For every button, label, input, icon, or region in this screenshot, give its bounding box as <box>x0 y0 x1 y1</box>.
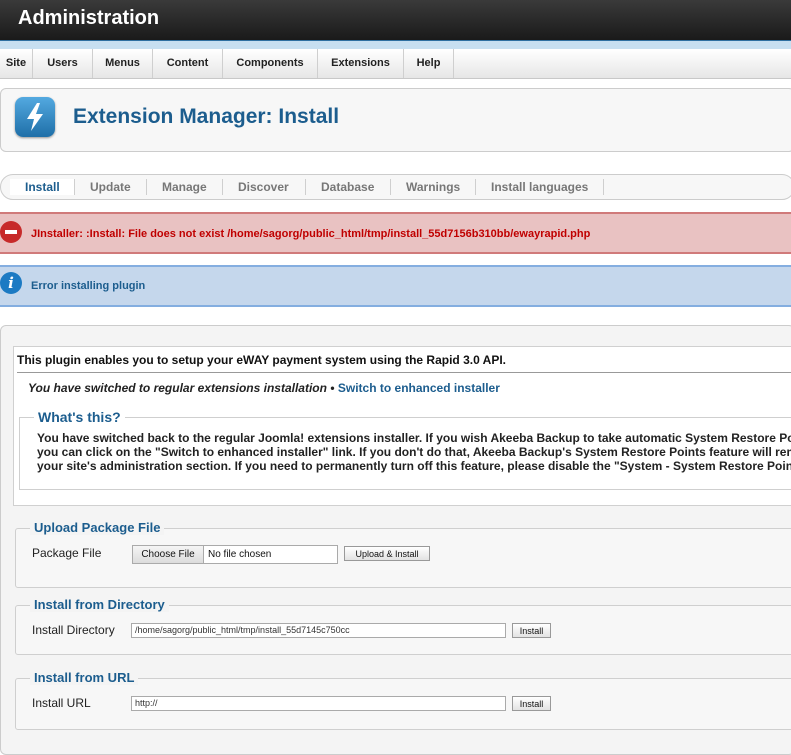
info-message: Error installing plugin <box>0 265 791 307</box>
plugin-description: This plugin enables you to setup your eW… <box>17 353 506 367</box>
menu-menus[interactable]: Menus <box>93 49 153 78</box>
description-divider <box>17 372 791 373</box>
error-message-text: JInstaller: :Install: File does not exis… <box>31 228 591 240</box>
lightning-icon <box>15 97 55 137</box>
page-title: Extension Manager: Install <box>73 105 340 128</box>
installer-mode-notice: You have switched to regular extensions … <box>28 381 500 395</box>
whats-this-line: you can click on the "Switch to enhanced… <box>37 445 791 459</box>
install-directory-input[interactable]: /home/sagorg/public_html/tmp/install_55d… <box>131 623 506 638</box>
install-directory-label: Install Directory <box>32 623 115 637</box>
menu-components[interactable]: Components <box>223 49 318 78</box>
install-directory-legend: Install from Directory <box>30 597 169 612</box>
tab-database[interactable]: Database <box>306 179 391 195</box>
main-menu: Site Users Menus Content Components Exte… <box>0 49 791 79</box>
install-url-legend: Install from URL <box>30 670 139 685</box>
whats-this-line: your site's administration section. If y… <box>37 459 791 473</box>
error-icon <box>0 221 22 243</box>
switch-enhanced-installer-link[interactable]: Switch to enhanced installer <box>338 381 500 395</box>
upload-install-button[interactable]: Upload & Install <box>344 546 430 561</box>
tab-install[interactable]: Install <box>10 179 75 195</box>
admin-header: Administration <box>0 0 791 40</box>
menu-users[interactable]: Users <box>33 49 93 78</box>
info-icon: i <box>0 272 22 294</box>
header-divider <box>0 40 791 49</box>
choose-file-button[interactable]: Choose File <box>133 546 204 563</box>
install-url-input[interactable]: http:// <box>131 696 506 711</box>
tab-update[interactable]: Update <box>75 179 147 195</box>
info-message-text: Error installing plugin <box>31 280 146 292</box>
tab-warnings[interactable]: Warnings <box>391 179 476 195</box>
no-file-chosen-text: No file chosen <box>208 549 272 560</box>
menu-help[interactable]: Help <box>404 49 454 78</box>
tab-install-languages[interactable]: Install languages <box>476 179 604 195</box>
admin-title: Administration <box>18 7 160 29</box>
package-file-label: Package File <box>32 546 102 560</box>
whats-this-title: What's this? <box>34 409 125 425</box>
install-url-button[interactable]: Install <box>512 696 551 711</box>
installer-mode-text: You have switched to regular extensions … <box>28 381 327 395</box>
bullet-separator: • <box>330 381 335 395</box>
install-directory-button[interactable]: Install <box>512 623 551 638</box>
menu-content[interactable]: Content <box>153 49 223 78</box>
install-url-label: Install URL <box>32 696 91 710</box>
upload-package-legend: Upload Package File <box>30 520 165 535</box>
tab-discover[interactable]: Discover <box>223 179 306 195</box>
error-message: JInstaller: :Install: File does not exis… <box>0 212 791 254</box>
tab-manage[interactable]: Manage <box>147 179 223 195</box>
whats-this-line: You have switched back to the regular Jo… <box>37 431 791 445</box>
menu-extensions[interactable]: Extensions <box>318 49 404 78</box>
menu-site[interactable]: Site <box>0 49 33 78</box>
